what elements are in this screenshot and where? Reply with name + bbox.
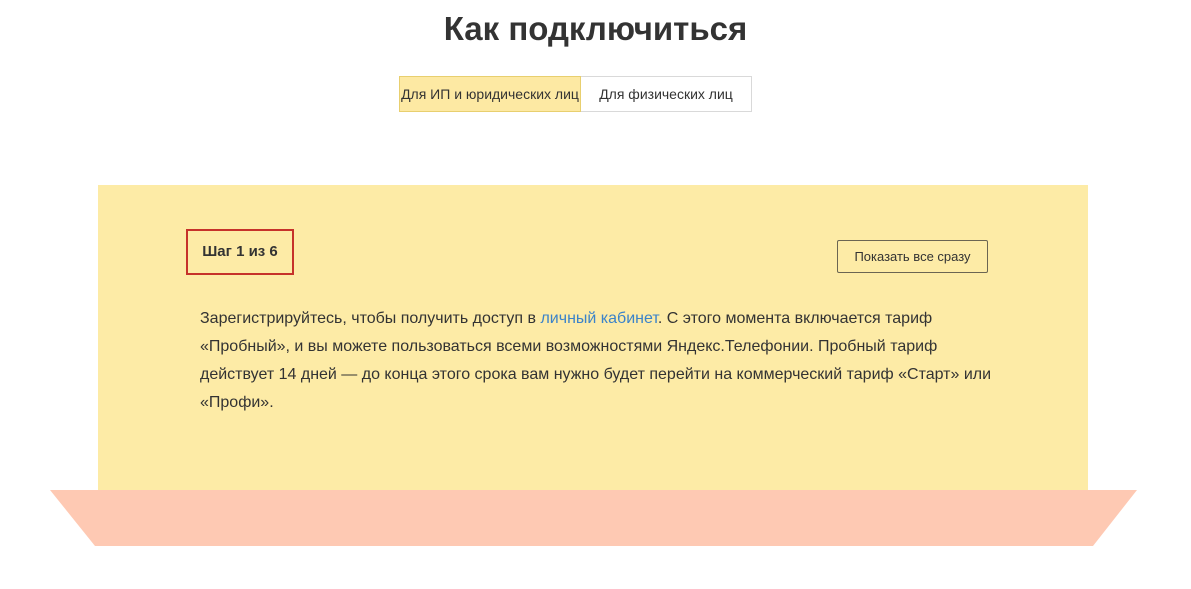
panel-base-decoration [50,490,1137,546]
show-all-button[interactable]: Показать все сразу [837,240,988,273]
step-description: Зарегистрируйтесь, чтобы получить доступ… [200,305,1000,417]
step-text-start: Зарегистрируйтесь, чтобы получить доступ… [200,310,541,327]
audience-tab-switch: Для ИП и юридических лиц Для физических … [399,76,752,112]
personal-account-link[interactable]: личный кабинет [540,310,657,327]
tab-individuals[interactable]: Для физических лиц [581,76,752,112]
tab-business[interactable]: Для ИП и юридических лиц [399,76,581,112]
page-title: Как подключиться [443,10,748,47]
step-panel: Шаг 1 из 6 Показать все сразу Зарегистри… [98,185,1088,491]
panel-base-trapezoid [50,490,1137,546]
step-counter: Шаг 1 из 6 [186,229,294,275]
